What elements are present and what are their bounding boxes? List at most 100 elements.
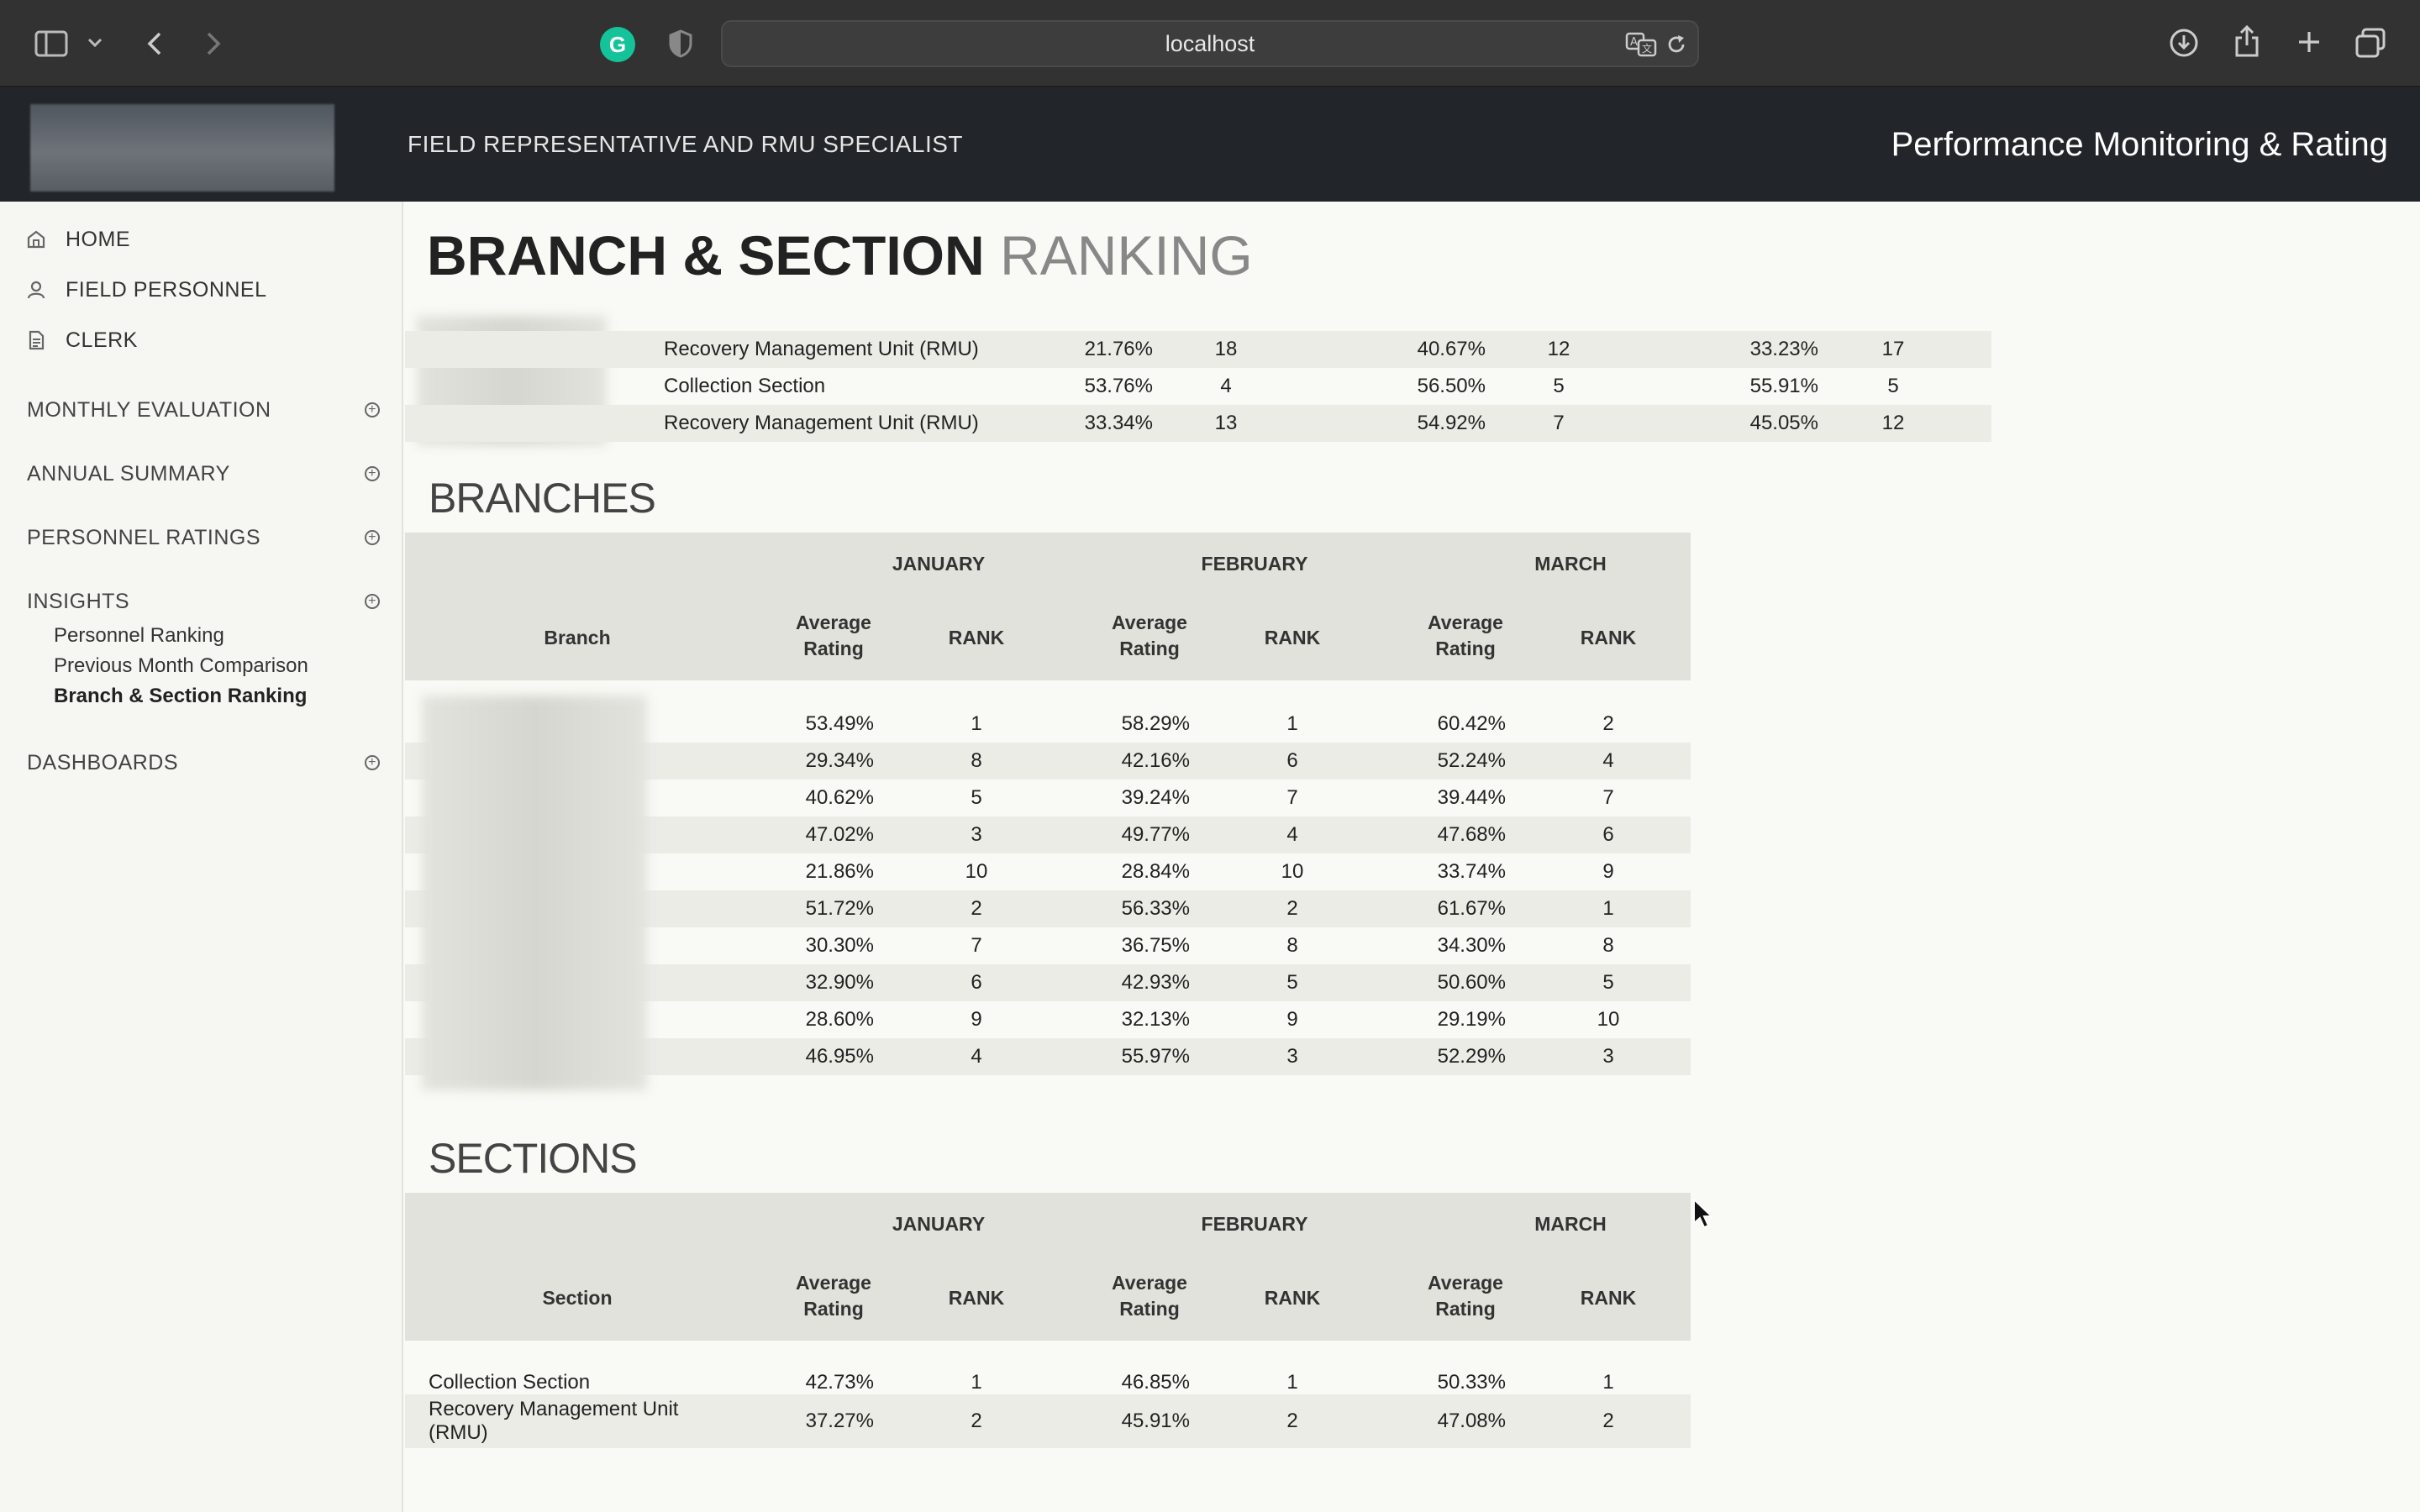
jan-average: 53.49% xyxy=(805,712,874,735)
feb-rank: 5 xyxy=(1553,375,1565,397)
branches-title: BRANCHES xyxy=(429,475,656,522)
jan-average: 40.62% xyxy=(805,786,874,809)
section-column-header: Section xyxy=(542,1287,613,1309)
new-tab-icon[interactable] xyxy=(2292,25,2326,59)
sidebar-toggle-icon[interactable] xyxy=(32,27,71,60)
jan-average: 53.76% xyxy=(1084,375,1153,397)
mar-average: 33.23% xyxy=(1749,338,1818,360)
grammarly-icon[interactable]: G xyxy=(600,27,635,62)
forward-icon[interactable] xyxy=(197,27,230,60)
jan-rank: 3 xyxy=(971,823,982,846)
section-name: Collection Section xyxy=(664,375,826,397)
table-row: Recovery Management Unit (RMU) 37.27% 2 45.… xyxy=(405,1394,1691,1448)
expand-icon[interactable]: + xyxy=(365,402,380,417)
feb-average: 45.91% xyxy=(1121,1410,1190,1432)
table-row: Collection Section 53.76% 4 56.50% 5 55.91% 5 xyxy=(405,368,1991,405)
sidebar-group-monthly-evaluation[interactable]: MONTHLY EVALUATION + xyxy=(27,395,380,425)
mar-rank: 10 xyxy=(1597,1008,1620,1031)
sidebar-item-field-personnel[interactable]: FIELD PERSONNEL xyxy=(25,275,267,305)
feb-average: 54.92% xyxy=(1417,412,1486,434)
home-icon xyxy=(27,230,45,249)
chevron-down-icon[interactable] xyxy=(84,32,106,54)
mar-rank: 4 xyxy=(1602,749,1614,772)
jan-rank: 9 xyxy=(971,1008,982,1031)
expand-icon[interactable]: + xyxy=(365,466,380,481)
jan-average: 51.72% xyxy=(805,897,874,920)
tab-overview-icon[interactable] xyxy=(2353,25,2388,60)
sidebar-item-previous-month-comparison[interactable]: Previous Month Comparison xyxy=(54,652,308,680)
page-title: BRANCH & SECTION RANKING xyxy=(427,223,1253,287)
feb-average: 39.24% xyxy=(1121,786,1190,809)
jan-average: 37.27% xyxy=(805,1410,874,1432)
month-header-january: JANUARY xyxy=(892,553,986,575)
feb-average: 40.67% xyxy=(1417,338,1486,360)
expand-icon[interactable]: + xyxy=(365,594,380,609)
jan-average: 33.34% xyxy=(1084,412,1153,434)
reload-icon[interactable] xyxy=(1664,32,1689,57)
back-icon[interactable] xyxy=(138,27,171,60)
mar-average: 33.74% xyxy=(1437,860,1506,883)
table-row: Recovery Management Unit (RMU) 33.34% 13 54… xyxy=(405,405,1991,442)
sidebar-item-label: CLERK xyxy=(66,328,138,352)
month-header-february: FEBRUARY xyxy=(1201,1213,1308,1235)
jan-rank: 4 xyxy=(1220,375,1232,397)
month-header-january: JANUARY xyxy=(892,1213,986,1235)
app-header: FIELD REPRESENTATIVE AND RMU SPECIALIST … xyxy=(0,87,2420,202)
mar-average: 39.44% xyxy=(1437,786,1506,809)
translate-icon[interactable]: A文 xyxy=(1623,30,1659,59)
branch-column-header: Branch xyxy=(544,627,611,648)
download-icon[interactable] xyxy=(2166,25,2202,60)
feb-rank: 6 xyxy=(1286,749,1298,772)
feb-rank: 7 xyxy=(1286,786,1298,809)
feb-average: 56.33% xyxy=(1121,897,1190,920)
feb-rank: 8 xyxy=(1286,934,1298,957)
jan-rank: 13 xyxy=(1214,412,1238,434)
feb-average: 49.77% xyxy=(1121,823,1190,846)
sidebar-group-label: MONTHLY EVALUATION xyxy=(27,397,271,422)
feb-average: 58.29% xyxy=(1121,712,1190,735)
jan-rank: 5 xyxy=(971,786,982,809)
mar-rank: 17 xyxy=(1881,338,1905,360)
rank-header-feb: RANK xyxy=(1264,627,1321,648)
section-name: Recovery Management Unit (RMU) xyxy=(664,412,979,434)
jan-average: 30.30% xyxy=(805,934,874,957)
expand-icon[interactable]: + xyxy=(365,530,380,545)
mar-rank: 1 xyxy=(1602,897,1614,920)
jan-average: 21.86% xyxy=(805,860,874,883)
mar-average: 29.19% xyxy=(1437,1008,1506,1031)
table-row: Recovery Management Unit (RMU) 21.76% 18 40… xyxy=(405,331,1991,368)
sidebar-item-clerk[interactable]: CLERK xyxy=(25,325,138,355)
share-icon[interactable] xyxy=(2230,22,2264,60)
sidebar-item-branch-section-ranking[interactable]: Branch & Section Ranking xyxy=(54,682,307,711)
sidebar-group-label: PERSONNEL RATINGS xyxy=(27,525,260,549)
sidebar-group-personnel-ratings[interactable]: PERSONNEL RATINGS + xyxy=(27,522,380,553)
mar-rank: 5 xyxy=(1887,375,1899,397)
jan-average: 21.76% xyxy=(1084,338,1153,360)
sidebar-item-home[interactable]: HOME xyxy=(25,224,130,255)
mar-average: 55.91% xyxy=(1749,375,1818,397)
sidebar-item-personnel-ranking[interactable]: Personnel Ranking xyxy=(54,622,224,650)
header-role-title: FIELD REPRESENTATIVE AND RMU SPECIALIST xyxy=(408,131,964,157)
feb-average: 32.13% xyxy=(1121,1008,1190,1031)
rank-header-mar: RANK xyxy=(1580,627,1637,648)
mar-average: 47.68% xyxy=(1437,823,1506,846)
avg-rating-header-mar: Average Rating xyxy=(1428,612,1503,659)
feb-average: 36.75% xyxy=(1121,934,1190,957)
url-bar[interactable]: localhost A文 xyxy=(721,20,1699,67)
expand-icon[interactable]: + xyxy=(365,755,380,770)
mar-average: 52.24% xyxy=(1437,749,1506,772)
sidebar-group-dashboards[interactable]: DASHBOARDS + xyxy=(27,748,380,778)
jan-rank: 2 xyxy=(971,897,982,920)
company-logo[interactable] xyxy=(30,104,334,192)
sections-table-header: JANUARY FEBRUARY MARCH Section Average Ra… xyxy=(405,1193,1691,1341)
jan-rank: 7 xyxy=(971,934,982,957)
document-icon xyxy=(29,330,45,350)
jan-rank: 2 xyxy=(971,1410,982,1432)
sidebar-group-annual-summary[interactable]: ANNUAL SUMMARY + xyxy=(27,459,380,489)
sidebar-group-insights[interactable]: INSIGHTS + xyxy=(27,586,380,617)
feb-rank: 7 xyxy=(1553,412,1565,434)
feb-rank: 10 xyxy=(1281,860,1304,883)
mar-average: 45.05% xyxy=(1749,412,1818,434)
shield-icon[interactable] xyxy=(666,27,696,60)
feb-rank: 4 xyxy=(1286,823,1298,846)
